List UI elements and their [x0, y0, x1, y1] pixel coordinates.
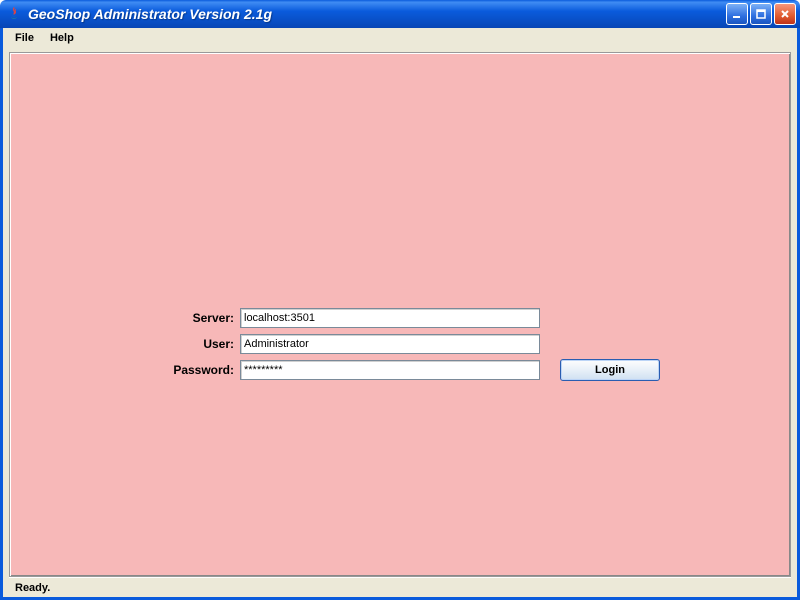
- status-text: Ready.: [15, 582, 50, 594]
- content-area: Server: User: Password: Login Ready.: [3, 48, 797, 597]
- menu-help[interactable]: Help: [42, 30, 82, 46]
- login-button[interactable]: Login: [560, 359, 660, 381]
- minimize-button[interactable]: [726, 3, 748, 25]
- window-controls: [726, 3, 796, 25]
- maximize-button[interactable]: [750, 3, 772, 25]
- server-label: Server:: [150, 311, 240, 325]
- status-bar: Ready.: [9, 577, 791, 597]
- login-form: Server: User: Password: Login: [150, 305, 690, 383]
- password-input[interactable]: [240, 360, 540, 380]
- user-row: User:: [150, 331, 690, 357]
- user-input[interactable]: [240, 334, 540, 354]
- menu-file[interactable]: File: [7, 30, 42, 46]
- login-panel: Server: User: Password: Login: [9, 52, 791, 577]
- menu-bar: File Help: [3, 28, 797, 48]
- server-row: Server:: [150, 305, 690, 331]
- password-label: Password:: [150, 363, 240, 377]
- close-button[interactable]: [774, 3, 796, 25]
- java-icon: [6, 6, 22, 22]
- password-row: Password: Login: [150, 357, 690, 383]
- server-input[interactable]: [240, 308, 540, 328]
- user-label: User:: [150, 337, 240, 351]
- window-body: File Help Server: User: Password: Login: [0, 28, 800, 600]
- title-bar: GeoShop Administrator Version 2.1g: [0, 0, 800, 28]
- window-title: GeoShop Administrator Version 2.1g: [28, 6, 726, 22]
